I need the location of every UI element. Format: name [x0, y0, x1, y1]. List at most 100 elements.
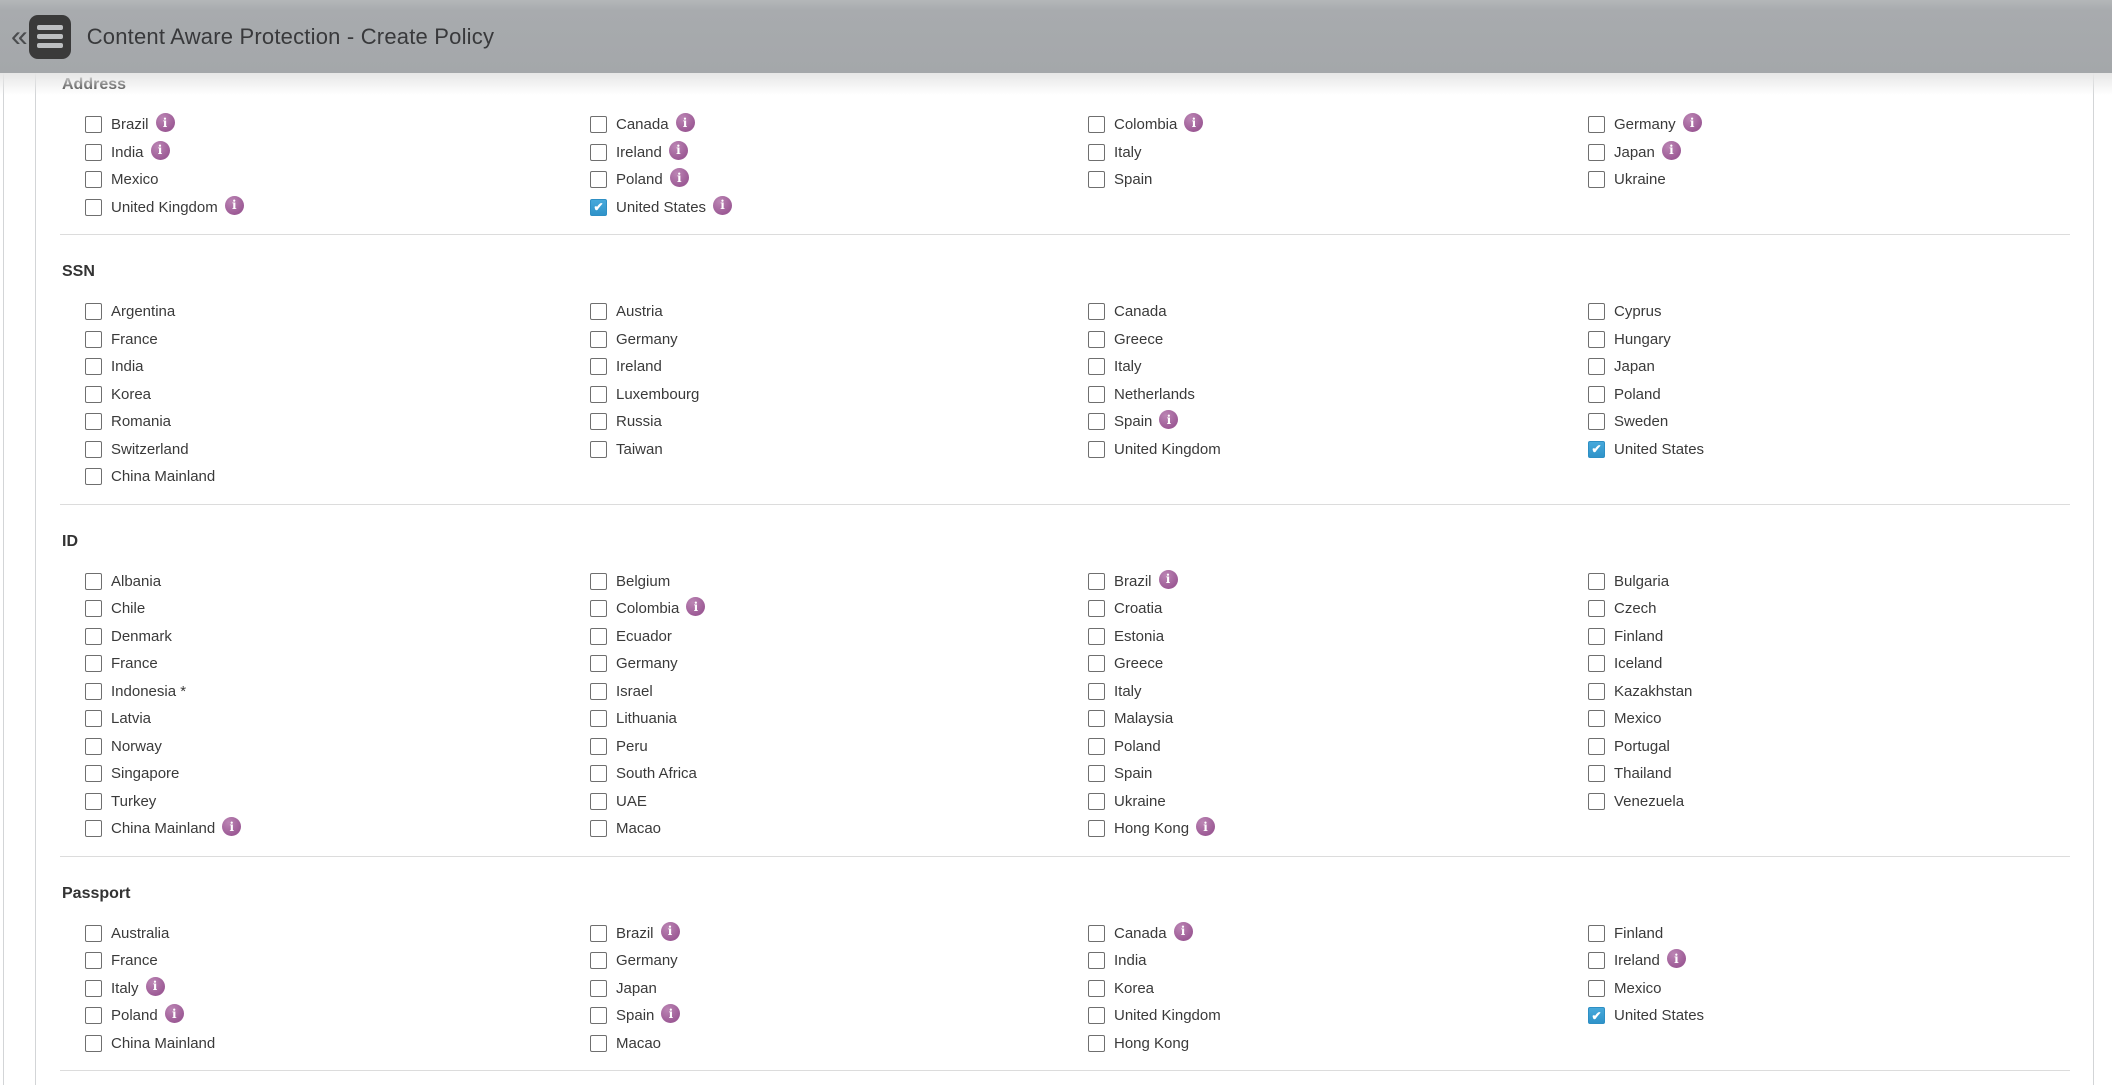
checkbox-ssn-romania[interactable]: [85, 413, 102, 430]
collapse-sidebar-icon[interactable]: «: [11, 22, 28, 52]
checkbox-ssn-russia[interactable]: [590, 413, 607, 430]
checkbox-ssn-canada[interactable]: [1088, 303, 1105, 320]
info-icon[interactable]: i: [165, 1004, 184, 1023]
checkbox-ssn-japan[interactable]: [1588, 358, 1605, 375]
checkbox-passport-italy[interactable]: [85, 980, 102, 997]
checkbox-ssn-switzerland[interactable]: [85, 441, 102, 458]
info-icon[interactable]: i: [676, 113, 695, 132]
checkbox-id-norway[interactable]: [85, 738, 102, 755]
checkbox-passport-france[interactable]: [85, 952, 102, 969]
checkbox-ssn-united-states[interactable]: ✔: [1588, 441, 1605, 458]
checkbox-id-peru[interactable]: [590, 738, 607, 755]
checkbox-id-france[interactable]: [85, 655, 102, 672]
checkbox-address-canada[interactable]: [590, 116, 607, 133]
checkbox-ssn-poland[interactable]: [1588, 386, 1605, 403]
checkbox-id-finland[interactable]: [1588, 628, 1605, 645]
checkbox-ssn-cyprus[interactable]: [1588, 303, 1605, 320]
checkbox-passport-united-states[interactable]: ✔: [1588, 1007, 1605, 1024]
checkbox-address-united-states[interactable]: ✔: [590, 199, 607, 216]
info-icon[interactable]: i: [1174, 922, 1193, 941]
checkbox-passport-hong-kong[interactable]: [1088, 1035, 1105, 1052]
checkbox-id-denmark[interactable]: [85, 628, 102, 645]
checkbox-passport-finland[interactable]: [1588, 925, 1605, 942]
checkbox-passport-poland[interactable]: [85, 1007, 102, 1024]
checkbox-passport-macao[interactable]: [590, 1035, 607, 1052]
checkbox-ssn-spain[interactable]: [1088, 413, 1105, 430]
info-icon[interactable]: i: [1159, 410, 1178, 429]
checkbox-ssn-netherlands[interactable]: [1088, 386, 1105, 403]
checkbox-id-italy[interactable]: [1088, 683, 1105, 700]
checkbox-ssn-taiwan[interactable]: [590, 441, 607, 458]
info-icon[interactable]: i: [1184, 113, 1203, 132]
info-icon[interactable]: i: [1662, 141, 1681, 160]
checkbox-id-poland[interactable]: [1088, 738, 1105, 755]
checkbox-id-mexico[interactable]: [1588, 710, 1605, 727]
checkbox-id-uae[interactable]: [590, 793, 607, 810]
checkbox-passport-united-kingdom[interactable]: [1088, 1007, 1105, 1024]
info-icon[interactable]: i: [661, 1004, 680, 1023]
checkbox-address-germany[interactable]: [1588, 116, 1605, 133]
checkbox-ssn-greece[interactable]: [1088, 331, 1105, 348]
checkbox-id-macao[interactable]: [590, 820, 607, 837]
checkbox-id-thailand[interactable]: [1588, 765, 1605, 782]
info-icon[interactable]: i: [146, 977, 165, 996]
checkbox-id-albania[interactable]: [85, 573, 102, 590]
checkbox-id-brazil[interactable]: [1088, 573, 1105, 590]
checkbox-ssn-india[interactable]: [85, 358, 102, 375]
checkbox-ssn-sweden[interactable]: [1588, 413, 1605, 430]
checkbox-id-ukraine[interactable]: [1088, 793, 1105, 810]
checkbox-id-south-africa[interactable]: [590, 765, 607, 782]
checkbox-id-hong-kong[interactable]: [1088, 820, 1105, 837]
checkbox-passport-india[interactable]: [1088, 952, 1105, 969]
checkbox-ssn-austria[interactable]: [590, 303, 607, 320]
checkbox-passport-brazil[interactable]: [590, 925, 607, 942]
checkbox-id-germany[interactable]: [590, 655, 607, 672]
checkbox-passport-ireland[interactable]: [1588, 952, 1605, 969]
checkbox-id-latvia[interactable]: [85, 710, 102, 727]
checkbox-address-japan[interactable]: [1588, 144, 1605, 161]
info-icon[interactable]: i: [1196, 817, 1215, 836]
info-icon[interactable]: i: [1683, 113, 1702, 132]
info-icon[interactable]: i: [669, 141, 688, 160]
checkbox-address-mexico[interactable]: [85, 171, 102, 188]
info-icon[interactable]: i: [713, 196, 732, 215]
info-icon[interactable]: i: [222, 817, 241, 836]
checkbox-ssn-france[interactable]: [85, 331, 102, 348]
checkbox-ssn-argentina[interactable]: [85, 303, 102, 320]
checkbox-address-colombia[interactable]: [1088, 116, 1105, 133]
info-icon[interactable]: i: [661, 922, 680, 941]
info-icon[interactable]: i: [151, 141, 170, 160]
info-icon[interactable]: i: [686, 597, 705, 616]
checkbox-address-spain[interactable]: [1088, 171, 1105, 188]
checkbox-passport-australia[interactable]: [85, 925, 102, 942]
checkbox-id-belgium[interactable]: [590, 573, 607, 590]
checkbox-id-singapore[interactable]: [85, 765, 102, 782]
checkbox-id-venezuela[interactable]: [1588, 793, 1605, 810]
checkbox-ssn-china-mainland[interactable]: [85, 468, 102, 485]
menu-icon[interactable]: [29, 15, 71, 59]
checkbox-id-bulgaria[interactable]: [1588, 573, 1605, 590]
checkbox-id-portugal[interactable]: [1588, 738, 1605, 755]
info-icon[interactable]: i: [156, 113, 175, 132]
checkbox-id-indonesia[interactable]: [85, 683, 102, 700]
checkbox-passport-china-mainland[interactable]: [85, 1035, 102, 1052]
checkbox-id-china-mainland[interactable]: [85, 820, 102, 837]
checkbox-id-spain[interactable]: [1088, 765, 1105, 782]
checkbox-ssn-germany[interactable]: [590, 331, 607, 348]
checkbox-ssn-hungary[interactable]: [1588, 331, 1605, 348]
checkbox-address-ukraine[interactable]: [1588, 171, 1605, 188]
info-icon[interactable]: i: [1159, 570, 1178, 589]
checkbox-passport-canada[interactable]: [1088, 925, 1105, 942]
checkbox-id-iceland[interactable]: [1588, 655, 1605, 672]
checkbox-address-united-kingdom[interactable]: [85, 199, 102, 216]
checkbox-id-turkey[interactable]: [85, 793, 102, 810]
checkbox-ssn-italy[interactable]: [1088, 358, 1105, 375]
checkbox-id-croatia[interactable]: [1088, 600, 1105, 617]
checkbox-id-kazakhstan[interactable]: [1588, 683, 1605, 700]
checkbox-passport-germany[interactable]: [590, 952, 607, 969]
checkbox-passport-japan[interactable]: [590, 980, 607, 997]
checkbox-id-estonia[interactable]: [1088, 628, 1105, 645]
checkbox-passport-spain[interactable]: [590, 1007, 607, 1024]
checkbox-id-chile[interactable]: [85, 600, 102, 617]
checkbox-ssn-ireland[interactable]: [590, 358, 607, 375]
